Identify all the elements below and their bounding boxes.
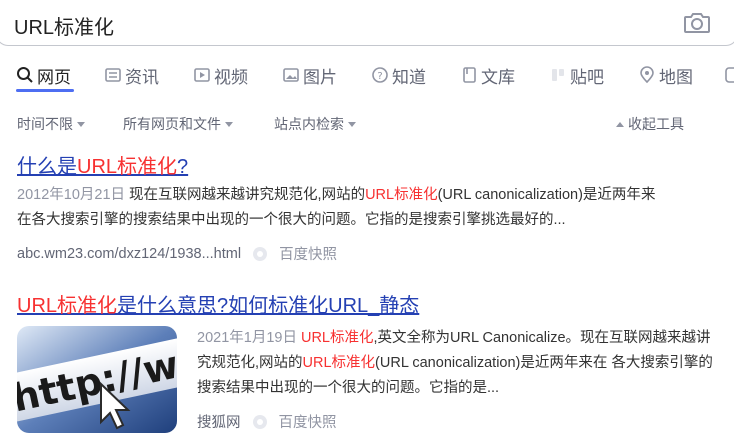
- chevron-down-icon: [77, 121, 85, 127]
- snippet-highlight: URL标准化: [302, 355, 376, 371]
- time-filter[interactable]: 时间不限: [17, 114, 85, 134]
- tab-map-label: 地图: [659, 67, 693, 87]
- tab-zhidao[interactable]: ? 知道: [371, 64, 426, 87]
- tab-news[interactable]: 资讯: [104, 64, 159, 87]
- cache-link[interactable]: 百度快照: [279, 243, 337, 264]
- source-url[interactable]: abc.wm23.com/dxz124/1938...html: [17, 246, 241, 262]
- search-tabs: 网页 资讯 视频 图片 ? 知道 文库 贴吧 地图: [0, 58, 734, 92]
- result-title[interactable]: 什么是URL标准化?: [17, 150, 188, 179]
- collapse-tools-label: 收起工具: [628, 116, 684, 132]
- snippet-text: (URL canonicalization)是近两年来: [375, 355, 593, 371]
- map-pin-icon: [640, 66, 654, 84]
- active-tab-indicator: [16, 89, 74, 92]
- snippet-highlight: URL标准化: [365, 187, 438, 203]
- chevron-down-icon: [348, 121, 356, 127]
- snippet-highlight: URL标准化: [300, 330, 374, 346]
- collapse-tools-button[interactable]: 收起工具: [616, 114, 684, 134]
- tab-zhidao-label: 知道: [392, 67, 426, 87]
- result-source: abc.wm23.com/dxz124/1938...html 百度快照: [17, 243, 337, 264]
- snippet-text: (URL canonicalization)是近两年: [437, 187, 641, 203]
- svg-text:?: ?: [377, 71, 382, 82]
- tab-images-label: 图片: [303, 67, 337, 87]
- tab-map[interactable]: 地图: [638, 64, 693, 87]
- tab-images[interactable]: 图片: [282, 64, 337, 87]
- site-filter-label: 站点内检索: [274, 116, 344, 132]
- result-source: 搜狐网 百度快照: [197, 411, 337, 432]
- search-input[interactable]: URL标准化: [14, 11, 114, 40]
- tab-tieba-label: 贴吧: [570, 67, 604, 87]
- title-highlight: URL标准化: [17, 295, 118, 317]
- news-icon: [105, 68, 121, 82]
- title-highlight: URL标准化: [77, 156, 178, 178]
- source-site[interactable]: 搜狐网: [197, 411, 241, 432]
- type-filter[interactable]: 所有网页和文件: [123, 114, 233, 134]
- shield-icon: [253, 246, 268, 261]
- chevron-down-icon: [225, 121, 233, 127]
- search-tools: 时间不限 所有网页和文件 站点内检索 收起工具: [0, 112, 734, 134]
- search-icon: [17, 67, 33, 83]
- tab-web-label: 网页: [37, 67, 71, 87]
- video-icon: [194, 68, 210, 82]
- tab-tieba[interactable]: 贴吧: [549, 64, 604, 87]
- type-filter-label: 所有网页和文件: [123, 116, 221, 132]
- tab-wenku-label: 文库: [481, 67, 515, 87]
- result-thumbnail[interactable]: http://ww: [17, 326, 177, 433]
- result-date: 2012年10月21日: [17, 187, 126, 203]
- tab-wenku[interactable]: 文库: [460, 64, 515, 87]
- image-icon: [283, 68, 299, 82]
- tieba-icon: [552, 69, 564, 81]
- result-title[interactable]: URL标准化是什么意思?如何标准化URL_静态: [17, 289, 419, 318]
- document-icon: [463, 67, 476, 83]
- camera-icon[interactable]: [683, 10, 711, 34]
- tab-web[interactable]: 网页: [16, 64, 71, 87]
- snippet-text: ,英文全称为URL Canonicalize。现在互联网: [373, 330, 653, 346]
- question-icon: ?: [372, 67, 388, 83]
- title-text: ?: [177, 156, 189, 178]
- more-icon[interactable]: [724, 66, 734, 84]
- tab-video-label: 视频: [214, 67, 248, 87]
- site-filter[interactable]: 站点内检索: [274, 114, 356, 134]
- tab-news-label: 资讯: [125, 67, 159, 87]
- search-box[interactable]: URL标准化: [0, 0, 734, 46]
- chevron-up-icon: [616, 121, 624, 127]
- thumbnail-image: http://ww: [17, 326, 177, 433]
- cache-link[interactable]: 百度快照: [279, 411, 337, 432]
- title-text: 什么是: [17, 156, 77, 178]
- snippet-text: 现在互联网越来越讲究规范化,网站的: [129, 187, 366, 203]
- result-date: 2021年1月19日: [197, 330, 297, 346]
- result-snippet: 2012年10月21日 现在互联网越来越讲究规范化,网站的URL标准化(URL …: [17, 183, 657, 233]
- shield-icon: [252, 414, 267, 429]
- time-filter-label: 时间不限: [17, 116, 73, 132]
- tab-video[interactable]: 视频: [193, 64, 248, 87]
- title-text: 是什么意思?如何标准化URL_静态: [117, 295, 420, 317]
- result-snippet: 2021年1月19日 URL标准化,英文全称为URL Canonicalize。…: [197, 326, 717, 401]
